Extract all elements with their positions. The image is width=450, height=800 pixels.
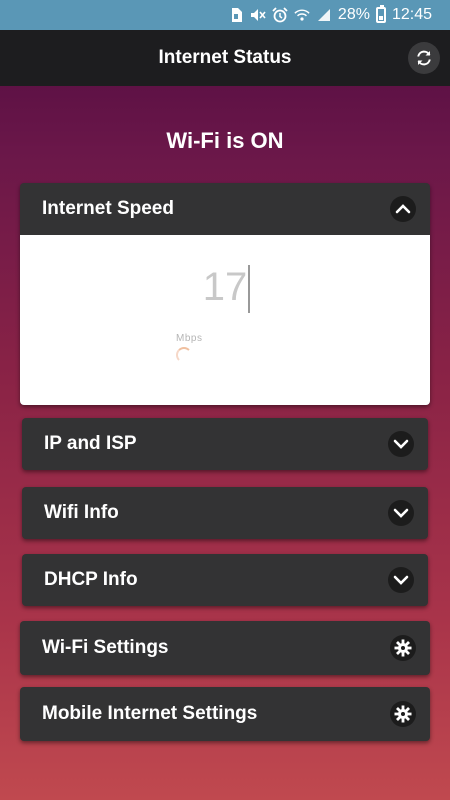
app-title: Internet Status: [158, 47, 292, 68]
alarm-icon: [272, 7, 288, 23]
dhcp-info-title: DHCP Info: [44, 569, 138, 590]
chevron-down-icon: [393, 439, 409, 449]
clock: 12:45: [391, 6, 432, 23]
wifi-icon: [294, 7, 310, 23]
status-bar: 28% 12:45: [0, 0, 450, 30]
app-bar: Internet Status: [0, 30, 450, 86]
speed-value: 17: [202, 265, 248, 309]
speed-unit: Mbps: [176, 333, 203, 344]
expand-button[interactable]: [388, 567, 414, 593]
wifi-info-card[interactable]: Wifi Info: [22, 487, 428, 539]
speed-cursor: [248, 265, 250, 313]
speed-panel: 17 Mbps: [20, 235, 430, 405]
sim-icon: [228, 7, 244, 23]
chevron-up-icon: [395, 204, 411, 214]
internet-speed-title: Internet Speed: [42, 198, 174, 219]
dhcp-info-card[interactable]: DHCP Info: [22, 554, 428, 606]
wifi-settings-card[interactable]: Wi-Fi Settings: [20, 621, 430, 675]
expand-button[interactable]: [388, 431, 414, 457]
signal-icon: [316, 7, 332, 23]
chevron-down-icon: [393, 575, 409, 585]
internet-speed-card: Internet Speed 17 Mbps: [20, 183, 430, 405]
battery-icon: [375, 5, 386, 23]
mobile-internet-settings-card[interactable]: Mobile Internet Settings: [20, 687, 430, 741]
settings-button[interactable]: [390, 701, 416, 727]
battery-percent: 28%: [337, 6, 370, 23]
loading-spinner: [176, 347, 192, 363]
refresh-button[interactable]: [408, 42, 440, 74]
wifi-settings-title: Wi-Fi Settings: [42, 637, 169, 658]
wifi-status-heading: Wi-Fi is ON: [166, 128, 284, 153]
refresh-icon: [417, 50, 431, 66]
expand-button[interactable]: [388, 500, 414, 526]
ip-isp-card[interactable]: IP and ISP: [22, 418, 428, 470]
ip-isp-title: IP and ISP: [44, 433, 137, 454]
chevron-down-icon: [393, 508, 409, 518]
wifi-info-title: Wifi Info: [44, 502, 119, 523]
mobile-internet-settings-title: Mobile Internet Settings: [42, 703, 258, 724]
gear-icon: [394, 705, 412, 723]
mute-icon: [250, 7, 266, 23]
gear-icon: [394, 639, 412, 657]
collapse-button[interactable]: [390, 196, 416, 222]
settings-button[interactable]: [390, 635, 416, 661]
internet-speed-header[interactable]: Internet Speed: [20, 183, 430, 235]
